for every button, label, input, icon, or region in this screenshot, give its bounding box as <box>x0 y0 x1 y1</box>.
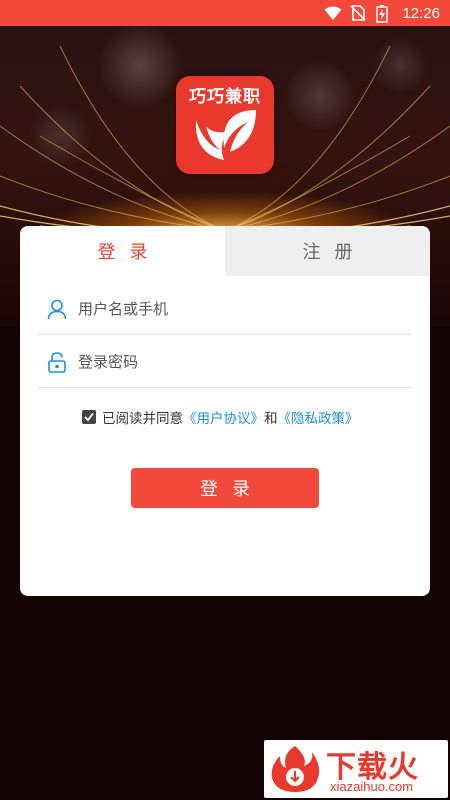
status-bar: 12:26 <box>0 0 450 26</box>
user-icon <box>46 298 68 320</box>
watermark-subtitle: xiazaihuo.com <box>330 779 414 794</box>
clock: 12:26 <box>402 4 440 22</box>
agree-text: 已阅读并同意 <box>102 411 183 427</box>
password-input[interactable] <box>78 352 378 371</box>
auth-tabs: 登录 注册 <box>20 226 430 276</box>
username-field-row <box>38 283 412 335</box>
username-input[interactable] <box>78 299 378 318</box>
and-text: 和 <box>264 411 278 427</box>
no-sim-icon <box>350 5 368 21</box>
login-button[interactable]: 登录 <box>131 468 319 508</box>
agree-checkbox[interactable] <box>82 410 96 424</box>
wifi-icon <box>324 5 342 21</box>
app-logo-text: 巧巧兼职 <box>189 87 261 107</box>
flame-logo-icon <box>271 746 320 792</box>
user-agreement-link[interactable]: 《用户协议》 <box>183 407 264 427</box>
privacy-policy-link[interactable]: 《隐私政策》 <box>278 407 359 427</box>
app-logo: 巧巧兼职 <box>176 76 274 174</box>
password-field-row <box>38 336 412 388</box>
login-card: 登录 注册 已阅读并同意 《用户协议》 和 《隐私政策》 登录 <box>20 226 430 596</box>
battery-charging-icon <box>376 5 394 23</box>
leaf-logo-icon <box>195 110 256 160</box>
tab-login[interactable]: 登录 <box>20 226 225 276</box>
checkmark-icon <box>84 412 94 422</box>
watermark-badge: 下载火 xiazaihuo.com <box>264 740 448 798</box>
tab-register[interactable]: 注册 <box>225 226 430 276</box>
lock-icon <box>46 351 68 373</box>
agreement-row: 已阅读并同意 《用户协议》 和 《隐私政策》 <box>82 406 359 428</box>
